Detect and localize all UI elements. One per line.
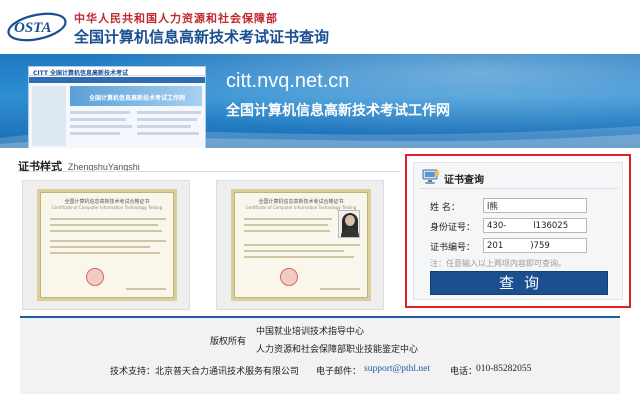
certificate-text-line bbox=[244, 250, 344, 252]
name-label: 姓 名： bbox=[430, 203, 460, 213]
org-name: 中华人民共和国人力资源和社会保障部 bbox=[74, 12, 278, 25]
certificate-number-label: 证书编号： bbox=[430, 243, 476, 253]
query-title: 证书查询 bbox=[444, 175, 484, 186]
copyright-org-1: 中国就业培训技术指导中心 bbox=[256, 327, 365, 337]
certificate-seal bbox=[86, 268, 104, 286]
thumb-logo: CITT 全国计算机信息高新技术考试 bbox=[33, 70, 129, 77]
website-thumbnail: CITT 全国计算机信息高新技术考试 全国计算机信息高新技术考试工作网 bbox=[28, 66, 206, 148]
thumb-line bbox=[137, 111, 201, 114]
name-input[interactable] bbox=[483, 198, 587, 213]
certificate-text-line bbox=[50, 230, 162, 232]
copyright-label: 版权所有 bbox=[210, 337, 247, 347]
logo-text: OSTA bbox=[14, 20, 52, 36]
query-button[interactable]: 查询 bbox=[430, 271, 608, 295]
certificate-text-line bbox=[50, 218, 166, 220]
page-header: OSTA 中华人民共和国人力资源和社会保障部 全国计算机信息高新技术考试证书查询 bbox=[0, 0, 640, 52]
query-form: 证书查询 姓 名： 身份证号： 证书编号： 注：任意输入以上两项内容即可查询。 … bbox=[413, 162, 623, 300]
certificate-text-line bbox=[244, 218, 332, 220]
thumb-nav bbox=[29, 77, 205, 83]
thumb-sidebar bbox=[32, 86, 66, 146]
certificate-text-line bbox=[244, 256, 354, 258]
certificate-text-line bbox=[244, 230, 330, 232]
phone-number: 010-85282055 bbox=[476, 364, 532, 374]
thumb-line bbox=[70, 111, 130, 114]
certificate-image: 全国计算机信息高新技术考试合格证书 Certificate of Compute… bbox=[231, 189, 371, 301]
certificate-seal bbox=[280, 268, 298, 286]
certificate-text-line bbox=[50, 224, 158, 226]
email-link[interactable]: support@pthl.net bbox=[364, 364, 430, 374]
thumb-caption: 全国计算机信息高新技术考试工作网 bbox=[89, 95, 186, 102]
banner-url: citt.nvq.net.cn bbox=[226, 70, 350, 92]
thumb-line bbox=[137, 125, 191, 128]
certificate-signature-line bbox=[320, 288, 360, 290]
query-header: 证书查询 bbox=[420, 169, 618, 187]
thumb-line bbox=[70, 132, 120, 135]
certificate-text-line bbox=[50, 246, 150, 248]
site-title: 全国计算机信息高新技术考试证书查询 bbox=[74, 28, 330, 46]
id-number-input[interactable] bbox=[483, 218, 587, 233]
osta-logo: OSTA bbox=[7, 12, 67, 42]
certificate-sample-2: 全国计算机信息高新技术考试合格证书 Certificate of Compute… bbox=[216, 180, 384, 310]
certificate-text-line bbox=[50, 240, 166, 242]
samples-divider bbox=[18, 171, 400, 172]
id-number-label: 身份证号： bbox=[430, 223, 476, 233]
thumb-line bbox=[70, 118, 126, 121]
query-divider bbox=[420, 188, 618, 189]
copyright-org-2: 人力资源和社会保障部职业技能鉴定中心 bbox=[256, 345, 419, 355]
computer-icon bbox=[422, 169, 440, 184]
certificate-text-line bbox=[244, 224, 328, 226]
certificate-number-input[interactable] bbox=[483, 238, 587, 253]
email-label: 电子邮件： bbox=[316, 367, 362, 377]
page-footer: 版权所有 中国就业培训技术指导中心 人力资源和社会保障部职业技能鉴定中心 技术支… bbox=[20, 316, 620, 394]
certificate-title: 全国计算机信息高新技术考试合格证书 bbox=[258, 199, 344, 205]
thumb-line bbox=[137, 118, 197, 121]
certificate-photo bbox=[338, 210, 360, 238]
query-note: 注：任意输入以上两项内容即可查询。 bbox=[430, 259, 566, 268]
certificate-text-line bbox=[50, 252, 160, 254]
certificate-signature-line bbox=[126, 288, 166, 290]
thumb-line bbox=[137, 132, 199, 135]
tech-support: 技术支持：北京普天合力通讯技术服务有限公司 bbox=[110, 367, 300, 377]
thumb-line bbox=[70, 125, 132, 128]
banner: CITT 全国计算机信息高新技术考试 全国计算机信息高新技术考试工作网 citt… bbox=[0, 54, 640, 148]
banner-subtitle: 全国计算机信息高新技术考试工作网 bbox=[226, 103, 450, 119]
phone-label: 电话： bbox=[450, 367, 478, 377]
certificate-text-line bbox=[244, 244, 360, 246]
certificate-image: 全国计算机信息高新技术考试合格证书 Certificate of Compute… bbox=[37, 189, 177, 301]
certificate-sample-1: 全国计算机信息高新技术考试合格证书 Certificate of Compute… bbox=[22, 180, 190, 310]
certificate-query-panel: 证书查询 姓 名： 身份证号： 证书编号： 注：任意输入以上两项内容即可查询。 … bbox=[405, 154, 631, 308]
certificate-title: 全国计算机信息高新技术考试合格证书 bbox=[64, 199, 150, 205]
certificate-subtitle: Certificate of Computer Information Tech… bbox=[51, 205, 163, 210]
